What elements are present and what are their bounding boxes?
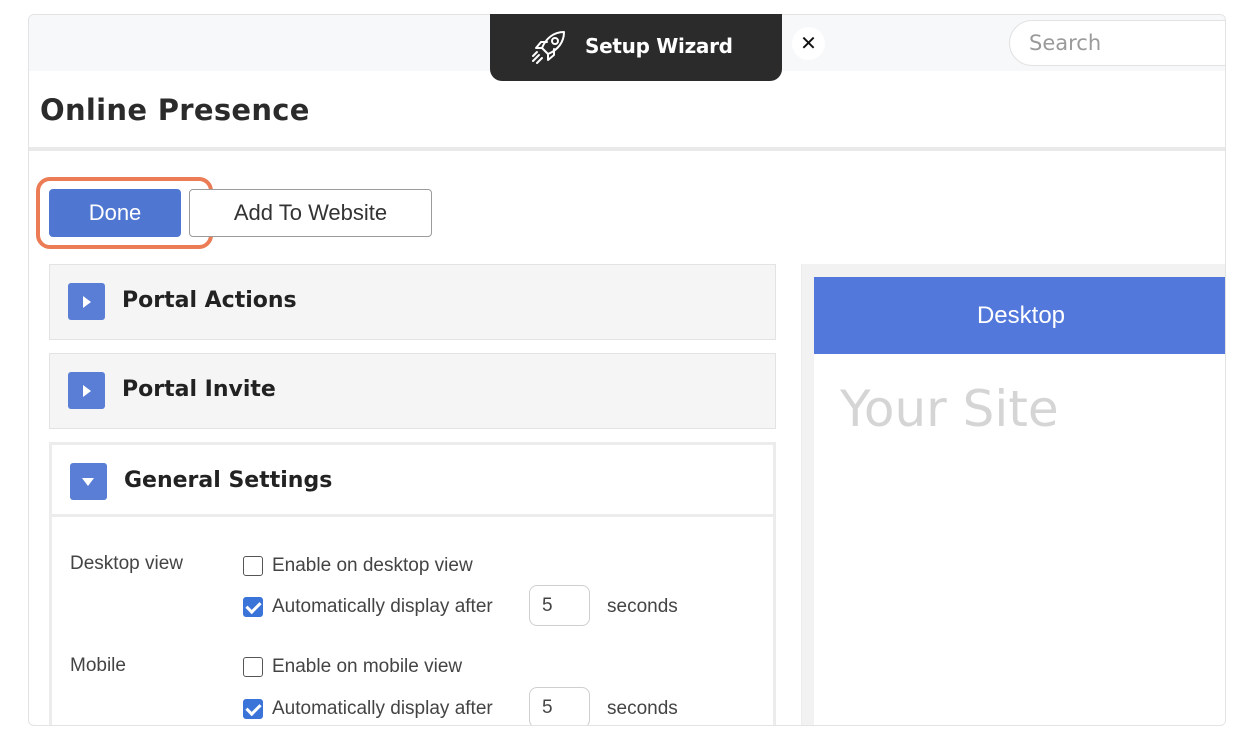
enable-mobile-checkbox[interactable] <box>243 657 263 677</box>
enable-desktop-label: Enable on desktop view <box>272 555 473 576</box>
portal-actions-header[interactable]: Portal Actions <box>50 265 775 339</box>
general-settings-label: General Settings <box>124 468 333 493</box>
mobile-label: Mobile <box>70 655 126 676</box>
done-button-highlight <box>36 177 213 249</box>
portal-invite-panel[interactable]: Portal Invite <box>49 353 776 429</box>
caret-down-icon[interactable] <box>70 463 107 500</box>
mobile-seconds-unit: seconds <box>607 698 678 719</box>
search-input[interactable]: Search <box>1009 20 1225 66</box>
desktop-seconds-unit: seconds <box>607 596 678 617</box>
portal-actions-panel[interactable]: Portal Actions <box>49 264 776 340</box>
enable-desktop-checkbox[interactable] <box>243 556 263 576</box>
desktop-view-label: Desktop view <box>70 553 183 574</box>
desktop-seconds-input[interactable]: 5 <box>529 585 590 626</box>
mobile-seconds-input[interactable]: 5 <box>529 687 590 725</box>
auto-display-mobile-label: Automatically display after <box>272 698 493 719</box>
preview-pane: Desktop Your Site <box>801 264 1225 725</box>
auto-display-desktop-label: Automatically display after <box>272 596 493 617</box>
auto-display-desktop-checkbox[interactable] <box>243 597 263 617</box>
page-title: Online Presence <box>40 93 310 127</box>
close-icon[interactable]: ✕ <box>792 27 825 60</box>
page-header: Online Presence <box>29 71 1225 151</box>
enable-mobile-label: Enable on mobile view <box>272 656 463 677</box>
general-settings-panel: General Settings Desktop view Enable on … <box>49 442 776 725</box>
preview-frame: Desktop Your Site <box>814 277 1225 725</box>
auto-display-mobile-checkbox[interactable] <box>243 699 263 719</box>
portal-invite-label: Portal Invite <box>122 377 276 402</box>
rocket-icon <box>532 31 565 64</box>
caret-right-icon[interactable] <box>68 372 105 409</box>
app-frame: Search Online Presence Done Add To Websi… <box>28 14 1226 726</box>
desktop-tab[interactable]: Desktop <box>814 277 1225 354</box>
add-to-website-button[interactable]: Add To Website <box>189 189 432 237</box>
caret-right-icon[interactable] <box>68 283 105 320</box>
portal-actions-label: Portal Actions <box>122 288 297 313</box>
setup-wizard-button[interactable]: Setup Wizard <box>490 14 782 81</box>
preview-site-text: Your Site <box>840 380 1059 438</box>
portal-invite-header[interactable]: Portal Invite <box>50 354 775 428</box>
setup-wizard-label: Setup Wizard <box>585 34 733 58</box>
general-settings-header[interactable]: General Settings <box>52 445 773 517</box>
